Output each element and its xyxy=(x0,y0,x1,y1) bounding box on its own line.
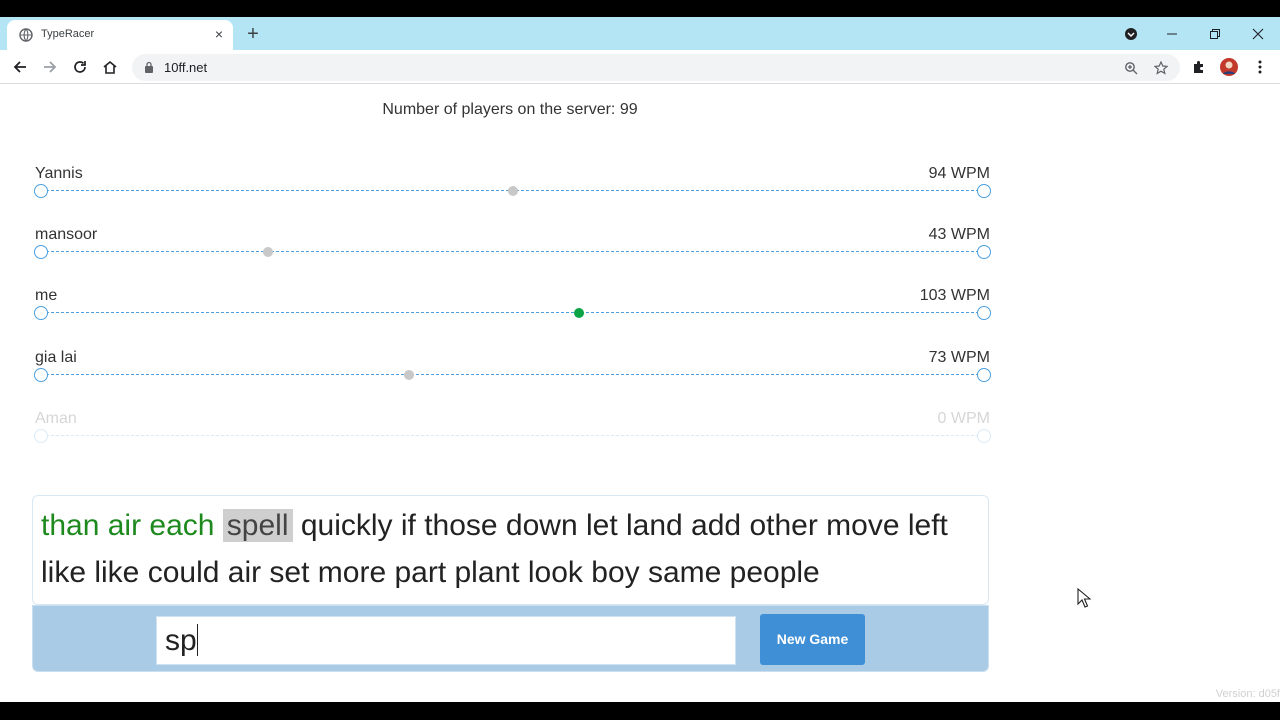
tab-title: TypeRacer xyxy=(41,28,95,40)
players-count: Number of players on the server: 99 xyxy=(382,101,638,118)
track-start-marker xyxy=(34,429,48,443)
extensions-puzzle-icon[interactable] xyxy=(1187,55,1211,79)
tab-strip: TypeRacer × + xyxy=(0,17,1280,50)
racer-row-yannis: Yannis 94 WPM xyxy=(34,165,991,205)
page-content: Number of players on the server: 99 Yann… xyxy=(0,85,1280,702)
typing-input-value: sp xyxy=(165,624,197,657)
track-start-marker xyxy=(34,368,48,382)
home-icon[interactable] xyxy=(98,55,122,79)
race-text-box: than air each spell quickly if those dow… xyxy=(32,495,989,605)
my-position-marker xyxy=(574,308,585,318)
tab-search-icon[interactable] xyxy=(1119,22,1143,46)
current-word: spell xyxy=(222,509,293,542)
racer-position-marker xyxy=(262,247,273,257)
track-finish-marker xyxy=(977,368,991,382)
tab-typeracer[interactable]: TypeRacer × xyxy=(7,20,233,50)
track-start-marker xyxy=(34,245,48,259)
browser-toolbar: 10ff.net xyxy=(0,50,1280,84)
race-track xyxy=(34,368,991,382)
address-bar[interactable]: 10ff.net xyxy=(132,54,1180,81)
track-line xyxy=(46,312,979,313)
race-track xyxy=(34,245,991,259)
racer-row-mansoor: mansoor 43 WPM xyxy=(34,226,991,266)
track-line xyxy=(46,251,979,252)
zoom-icon[interactable] xyxy=(1121,58,1141,78)
racer-wpm: 94 WPM xyxy=(928,165,990,182)
mouse-cursor-icon xyxy=(1077,588,1091,608)
racer-position-marker xyxy=(404,370,415,380)
racer-wpm: 0 WPM xyxy=(937,410,990,427)
bookmark-star-icon[interactable] xyxy=(1151,58,1171,78)
track-finish-marker xyxy=(977,429,991,443)
version-label: Version: d05f xyxy=(1215,688,1280,700)
race-track xyxy=(34,184,991,198)
track-start-marker xyxy=(34,184,48,198)
browser-window: TypeRacer × + 10ff.net Number of players… xyxy=(0,17,1280,702)
lock-icon xyxy=(145,61,153,73)
racer-wpm: 43 WPM xyxy=(928,226,990,243)
race-track xyxy=(34,429,991,443)
globe-icon xyxy=(19,28,33,42)
racer-name: Yannis xyxy=(35,165,83,182)
minimize-icon[interactable] xyxy=(1160,22,1184,46)
track-line xyxy=(46,374,979,375)
track-finish-marker xyxy=(977,245,991,259)
race-track xyxy=(34,306,991,320)
racer-row-me: me 103 WPM xyxy=(34,287,991,327)
tab-close-icon[interactable]: × xyxy=(211,26,227,42)
reload-icon[interactable] xyxy=(68,55,92,79)
profile-avatar-icon[interactable] xyxy=(1217,55,1241,79)
racer-wpm: 73 WPM xyxy=(928,349,990,366)
new-game-button[interactable]: New Game xyxy=(760,614,865,665)
typing-input[interactable]: sp xyxy=(156,616,736,665)
racer-name: mansoor xyxy=(35,226,98,243)
screen-frame: TypeRacer × + 10ff.net Number of players… xyxy=(0,0,1280,720)
racer-name: me xyxy=(35,287,58,304)
racer-row-aman: Aman 0 WPM xyxy=(34,410,991,450)
track-line xyxy=(46,435,979,436)
forward-arrow-icon[interactable] xyxy=(38,55,62,79)
text-caret xyxy=(196,624,198,656)
racer-position-marker xyxy=(508,186,518,196)
racer-wpm: 103 WPM xyxy=(919,287,990,304)
track-finish-marker xyxy=(977,184,991,198)
racer-name: Aman xyxy=(35,410,77,427)
new-tab-button[interactable]: + xyxy=(243,24,263,44)
url-text: 10ff.net xyxy=(164,60,208,75)
back-arrow-icon[interactable] xyxy=(8,55,32,79)
track-start-marker xyxy=(34,306,48,320)
typed-text: than air each xyxy=(41,509,223,542)
race-text: than air each spell quickly if those dow… xyxy=(41,502,981,596)
more-menu-icon[interactable] xyxy=(1248,55,1272,79)
input-panel: sp New Game xyxy=(32,605,989,672)
racer-name: gia lai xyxy=(35,349,77,366)
racer-row-gia-lai: gia lai 73 WPM xyxy=(34,349,991,389)
track-finish-marker xyxy=(977,306,991,320)
close-window-icon[interactable] xyxy=(1246,22,1270,46)
restore-icon[interactable] xyxy=(1203,22,1227,46)
